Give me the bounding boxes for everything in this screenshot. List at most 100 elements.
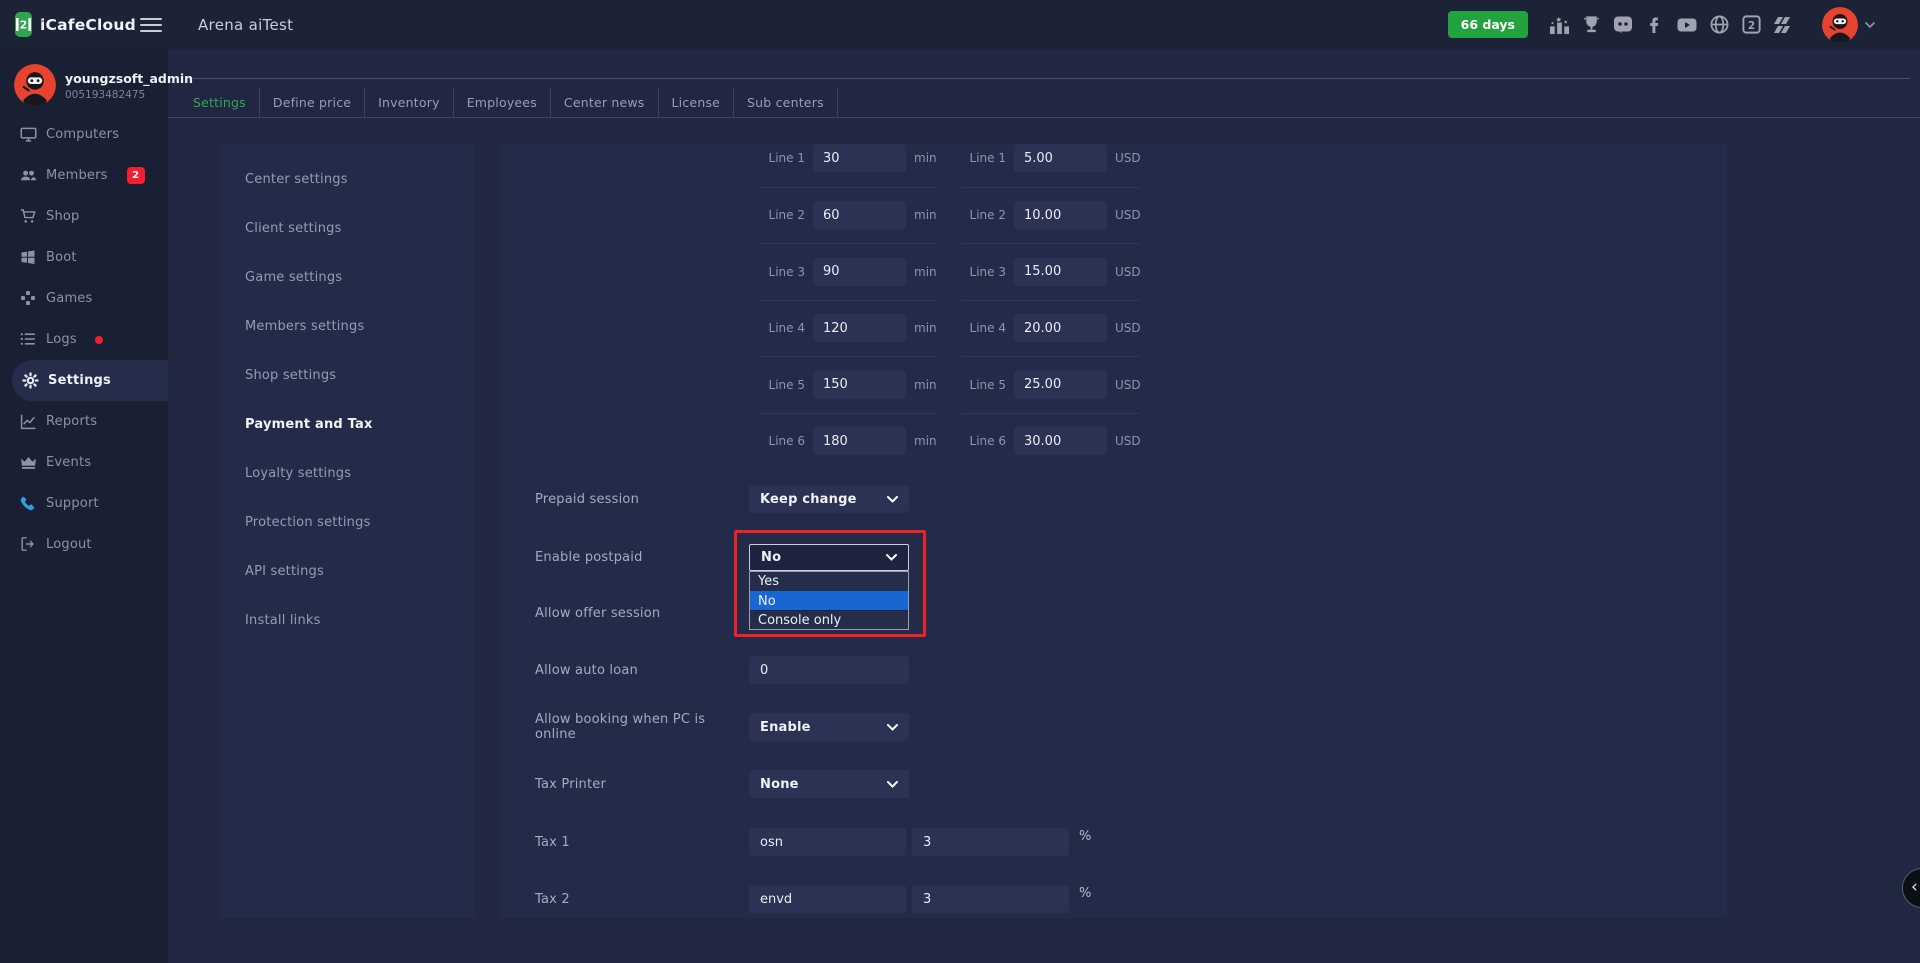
settings-submenu: Center settings Client settings Game set… xyxy=(220,143,475,918)
chevron-down-icon xyxy=(887,781,898,788)
sidebar-user-block[interactable]: youngzsoft_admin 005193482475 xyxy=(14,64,193,106)
svg-text:2: 2 xyxy=(1747,20,1754,32)
tab-employees[interactable]: Employees xyxy=(454,88,551,117)
amount-input-6[interactable] xyxy=(1014,427,1107,455)
allow-offer-session-row: Allow offer session xyxy=(535,599,1707,627)
submenu-loyalty-settings[interactable]: Loyalty settings xyxy=(220,449,475,498)
sidebar-menu: Computers Members 2 Shop Boot Games L xyxy=(0,114,168,565)
amount-row-5: Line 5 USD xyxy=(962,356,1139,413)
tax2-rate-input[interactable] xyxy=(912,885,1069,913)
tax2-name-input[interactable] xyxy=(749,885,906,913)
sidebar-item-settings[interactable]: Settings xyxy=(12,360,168,401)
brand[interactable]: 2 iCafeCloud xyxy=(0,12,128,37)
user-id: 005193482475 xyxy=(65,89,193,101)
members-count-badge: 2 xyxy=(127,167,145,184)
allow-booking-select[interactable]: Enable xyxy=(749,713,909,741)
icafecloud-logo-icon: 2 xyxy=(15,12,32,37)
sidebar-item-members[interactable]: Members 2 xyxy=(0,155,168,196)
tabs-bottom-divider xyxy=(168,117,1920,118)
gamepad-icon xyxy=(20,290,37,307)
tab-license[interactable]: License xyxy=(659,88,735,117)
leaderboard-icon[interactable] xyxy=(1548,14,1570,36)
submenu-client-settings[interactable]: Client settings xyxy=(220,204,475,253)
hamburger-menu-icon[interactable] xyxy=(140,14,162,36)
sidebar-item-logout[interactable]: Logout xyxy=(0,524,168,565)
main-area: Settings Define price Inventory Employee… xyxy=(168,49,1920,963)
amount-row-6: Line 6 USD xyxy=(962,413,1139,470)
cart-icon xyxy=(20,208,37,225)
submenu-members-settings[interactable]: Members settings xyxy=(220,302,475,351)
prepaid-session-select[interactable]: Keep change xyxy=(749,485,909,513)
option-no[interactable]: No xyxy=(750,591,908,610)
sidebar-item-reports[interactable]: Reports xyxy=(0,401,168,442)
tax-printer-select[interactable]: None xyxy=(749,770,909,798)
submenu-center-settings[interactable]: Center settings xyxy=(220,155,475,204)
user-avatar[interactable] xyxy=(1822,7,1858,43)
amount-row-3: Line 3 USD xyxy=(962,243,1139,300)
minutes-input-4[interactable] xyxy=(813,314,906,342)
globe-icon[interactable] xyxy=(1708,14,1730,36)
option-yes[interactable]: Yes xyxy=(750,572,908,591)
option-console-only[interactable]: Console only xyxy=(750,610,908,629)
sidebar-item-boot[interactable]: Boot xyxy=(0,237,168,278)
submenu-install-links[interactable]: Install links xyxy=(220,596,475,645)
amount-input-5[interactable] xyxy=(1014,371,1107,399)
license-days-badge[interactable]: 66 days xyxy=(1448,11,1528,38)
page-title: Arena aiTest xyxy=(198,16,293,34)
tax1-percent-label: % xyxy=(1079,829,1091,844)
user-name: youngzsoft_admin xyxy=(65,71,193,86)
enable-postpaid-row: Enable postpaid No xyxy=(535,543,1707,571)
logout-icon xyxy=(20,536,37,553)
icafecloud-icon[interactable]: 2 xyxy=(1740,14,1762,36)
tax1-rate-input[interactable] xyxy=(912,828,1069,856)
chevron-down-icon xyxy=(887,724,898,731)
tab-sub-centers[interactable]: Sub centers xyxy=(734,88,838,117)
tax1-row: Tax 1 % xyxy=(535,828,1707,856)
tax-printer-row: Tax Printer None xyxy=(535,770,1707,798)
monitor-icon xyxy=(20,126,37,143)
sidebar-item-logs[interactable]: Logs xyxy=(0,319,168,360)
payment-tax-panel: Line 1 min Line 2 min Line 3 min Line 4 xyxy=(500,143,1727,918)
youtube-icon[interactable] xyxy=(1676,14,1698,36)
submenu-payment-and-tax[interactable]: Payment and Tax xyxy=(220,400,475,449)
sidebar-item-support[interactable]: Support xyxy=(0,483,168,524)
amount-input-3[interactable] xyxy=(1014,258,1107,286)
minutes-row-6: Line 6 min xyxy=(761,413,938,470)
allow-auto-loan-input[interactable] xyxy=(749,656,909,684)
tab-center-news[interactable]: Center news xyxy=(551,88,659,117)
minutes-input-5[interactable] xyxy=(813,371,906,399)
minutes-row-5: Line 5 min xyxy=(761,356,938,413)
amount-input-2[interactable] xyxy=(1014,201,1107,229)
avatar-caret-icon[interactable] xyxy=(1864,21,1876,29)
amount-input-1[interactable] xyxy=(1014,144,1107,172)
amount-input-4[interactable] xyxy=(1014,314,1107,342)
tax2-percent-label: % xyxy=(1079,886,1091,901)
tax2-row: Tax 2 % xyxy=(535,885,1707,913)
submenu-shop-settings[interactable]: Shop settings xyxy=(220,351,475,400)
submenu-api-settings[interactable]: API settings xyxy=(220,547,475,596)
minutes-input-3[interactable] xyxy=(813,258,906,286)
windows-icon xyxy=(20,249,37,266)
sidebar-item-games[interactable]: Games xyxy=(0,278,168,319)
phone-icon xyxy=(20,495,37,512)
enable-postpaid-select[interactable]: No xyxy=(749,544,909,571)
minutes-row-3: Line 3 min xyxy=(761,243,938,300)
discord-icon[interactable] xyxy=(1612,14,1634,36)
minutes-row-2: Line 2 min xyxy=(761,187,938,244)
sidebar-item-computers[interactable]: Computers xyxy=(0,114,168,155)
svg-text:2: 2 xyxy=(20,19,28,32)
minutes-input-6[interactable] xyxy=(813,427,906,455)
submenu-protection-settings[interactable]: Protection settings xyxy=(220,498,475,547)
minutes-input-2[interactable] xyxy=(813,201,906,229)
trophy-icon[interactable] xyxy=(1580,14,1602,36)
minutes-row-1: Line 1 min xyxy=(761,130,938,187)
tab-define-price[interactable]: Define price xyxy=(260,88,365,117)
sidebar-item-events[interactable]: Events xyxy=(0,442,168,483)
minutes-input-1[interactable] xyxy=(813,144,906,172)
tax1-name-input[interactable] xyxy=(749,828,906,856)
facebook-icon[interactable] xyxy=(1644,14,1666,36)
sidebar-item-shop[interactable]: Shop xyxy=(0,196,168,237)
layers-icon[interactable] xyxy=(1772,14,1794,36)
tab-inventory[interactable]: Inventory xyxy=(365,88,454,117)
submenu-game-settings[interactable]: Game settings xyxy=(220,253,475,302)
